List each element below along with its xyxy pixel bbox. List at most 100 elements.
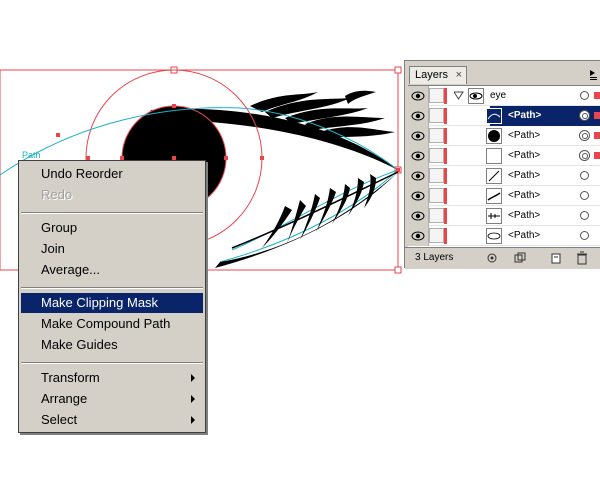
- menu-item-undo-reorder[interactable]: Undo Reorder: [21, 164, 203, 184]
- menu-separator: [21, 212, 203, 214]
- visibility-toggle[interactable]: [408, 186, 429, 206]
- layer-color-bar: [444, 168, 447, 184]
- path-thumbnail: [486, 168, 502, 184]
- target-circle-icon[interactable]: [580, 171, 589, 180]
- path-name: <Path>: [508, 170, 541, 181]
- layers-panel-footer: 3 Layers: [405, 247, 600, 269]
- layer-color-bar: [444, 188, 447, 204]
- menu-item-make-guides[interactable]: Make Guides: [21, 335, 203, 355]
- layers-panel: Layers × eye <Path> <Path> <Path> <Path>…: [404, 60, 600, 269]
- menu-item-arrange[interactable]: Arrange: [21, 389, 203, 409]
- menu-item-transform[interactable]: Transform: [21, 368, 203, 388]
- selection-indicator: [594, 112, 600, 119]
- locate-object-icon[interactable]: [485, 251, 499, 265]
- path-thumbnail: [486, 108, 502, 124]
- eye-visibility-icon: [411, 211, 425, 221]
- menu-item-join[interactable]: Join: [21, 239, 203, 259]
- submenu-arrow-icon: [191, 374, 195, 382]
- eye-visibility-icon: [411, 231, 425, 241]
- layer-thumbnail: [468, 88, 484, 104]
- menu-item-make-compound-path[interactable]: Make Compound Path: [21, 314, 203, 334]
- lock-toggle[interactable]: [429, 168, 444, 183]
- submenu-arrow-icon: [191, 416, 195, 424]
- eye-visibility-icon: [411, 171, 425, 181]
- new-sublayer-icon[interactable]: [549, 251, 563, 265]
- visibility-toggle[interactable]: [408, 166, 429, 186]
- eye-visibility-icon: [411, 191, 425, 201]
- visibility-toggle[interactable]: [408, 206, 429, 226]
- lock-toggle[interactable]: [429, 188, 444, 203]
- path-name: <Path>: [508, 130, 541, 141]
- lock-toggle[interactable]: [429, 148, 444, 163]
- tab-layers[interactable]: Layers ×: [409, 66, 467, 84]
- path-name: <Path>: [508, 230, 541, 241]
- layer-name: eye: [490, 90, 507, 101]
- layer-row-path[interactable]: <Path>: [408, 106, 600, 126]
- visibility-toggle[interactable]: [408, 106, 429, 126]
- menu-item-redo: Redo: [41, 187, 73, 202]
- layer-row-path[interactable]: <Path>: [408, 166, 600, 186]
- close-icon[interactable]: ×: [456, 67, 462, 84]
- layer-row-eye[interactable]: eye: [408, 86, 600, 106]
- panel-menu-icon[interactable]: [590, 70, 598, 80]
- target-circle-icon[interactable]: [580, 211, 589, 220]
- layer-color-bar: [444, 88, 447, 104]
- submenu-arrow-icon: [191, 395, 195, 403]
- visibility-toggle[interactable]: [408, 146, 429, 166]
- lock-toggle[interactable]: [429, 208, 444, 223]
- layer-color-bar: [444, 208, 447, 224]
- menu-separator: [21, 287, 203, 289]
- menu-item-select[interactable]: Select: [21, 410, 203, 430]
- path-thumbnail: [486, 208, 502, 224]
- path-name: <Path>: [508, 150, 541, 161]
- menu-item-average[interactable]: Average...: [21, 260, 203, 280]
- lock-toggle[interactable]: [429, 88, 444, 103]
- menu-separator: [21, 362, 203, 364]
- menu-item-transform-label: Transform: [41, 370, 100, 385]
- lock-toggle[interactable]: [429, 108, 444, 123]
- layer-row-path[interactable]: <Path>: [408, 186, 600, 206]
- path-thumbnail: [486, 228, 502, 244]
- visibility-toggle[interactable]: [408, 226, 429, 246]
- target-circle-icon[interactable]: [579, 130, 590, 141]
- target-circle-icon[interactable]: [580, 231, 589, 240]
- path-name: <Path>: [508, 190, 541, 201]
- path-smart-guide-label: Path: [22, 150, 41, 160]
- layers-list: eye <Path> <Path> <Path> <Path> <Path> <…: [408, 85, 600, 248]
- lock-toggle[interactable]: [429, 228, 444, 243]
- eye-visibility-icon: [411, 111, 425, 121]
- selection-indicator: [594, 152, 600, 159]
- target-circle-icon[interactable]: [579, 150, 590, 161]
- menu-item-select-label: Select: [41, 412, 78, 427]
- lock-toggle[interactable]: [429, 128, 444, 143]
- target-circle-icon[interactable]: [580, 91, 589, 100]
- path-thumbnail: [486, 128, 502, 144]
- visibility-toggle[interactable]: [408, 86, 429, 106]
- path-thumbnail: [486, 188, 502, 204]
- layer-row-path[interactable]: <Path>: [408, 206, 600, 226]
- target-circle-icon[interactable]: [579, 110, 590, 121]
- menu-item-group[interactable]: Group: [21, 218, 203, 238]
- tab-layers-label: Layers: [415, 69, 449, 81]
- eye-visibility-icon: [411, 151, 425, 161]
- selection-indicator: [594, 132, 600, 139]
- layer-row-path[interactable]: <Path>: [408, 126, 600, 146]
- target-circle-icon[interactable]: [580, 191, 589, 200]
- menu-item-arrange-label: Arrange: [41, 391, 88, 406]
- layer-color-bar: [444, 128, 447, 144]
- context-menu: Undo Reorder Redo Group Join Average... …: [18, 160, 206, 433]
- layer-color-bar: [444, 148, 447, 164]
- expand-triangle-icon[interactable]: [454, 91, 464, 101]
- eye-visibility-icon: [411, 131, 425, 141]
- layer-color-bar: [444, 228, 447, 244]
- path-thumbnail: [486, 148, 502, 164]
- menu-item-make-clipping-mask[interactable]: Make Clipping Mask: [21, 293, 203, 313]
- visibility-toggle[interactable]: [408, 126, 429, 146]
- layer-row-path[interactable]: <Path>: [408, 146, 600, 166]
- eye-visibility-icon: [411, 91, 425, 101]
- selection-indicator: [594, 92, 600, 99]
- layer-row-path[interactable]: <Path>: [408, 226, 600, 246]
- path-name: <Path>: [508, 110, 542, 121]
- make-clipping-mask-icon[interactable]: [513, 251, 527, 265]
- trash-icon[interactable]: [575, 251, 589, 265]
